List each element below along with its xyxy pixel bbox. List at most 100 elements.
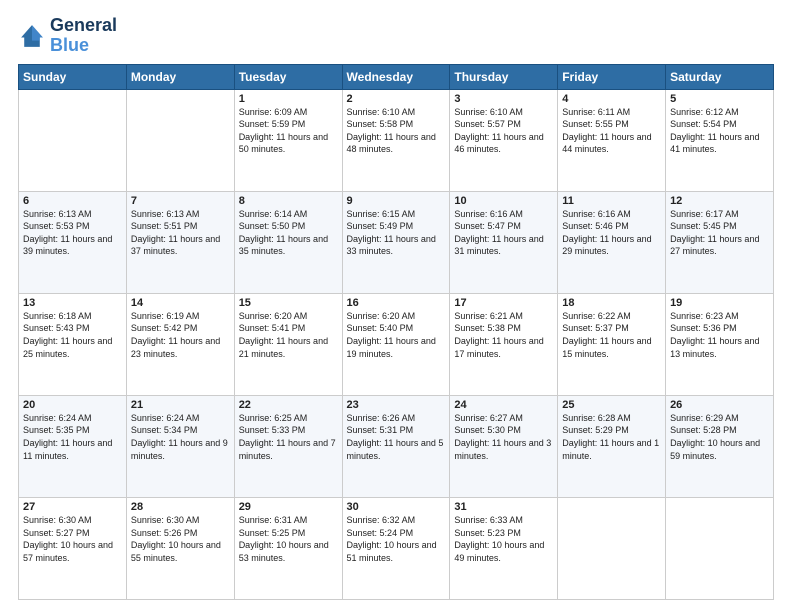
calendar-week-row: 20Sunrise: 6:24 AM Sunset: 5:35 PM Dayli… <box>19 395 774 497</box>
day-info: Sunrise: 6:14 AM Sunset: 5:50 PM Dayligh… <box>239 208 338 258</box>
calendar-week-row: 27Sunrise: 6:30 AM Sunset: 5:27 PM Dayli… <box>19 497 774 599</box>
calendar-cell: 8Sunrise: 6:14 AM Sunset: 5:50 PM Daylig… <box>234 191 342 293</box>
calendar-week-row: 6Sunrise: 6:13 AM Sunset: 5:53 PM Daylig… <box>19 191 774 293</box>
calendar-cell: 29Sunrise: 6:31 AM Sunset: 5:25 PM Dayli… <box>234 497 342 599</box>
day-number: 18 <box>562 297 661 309</box>
calendar-cell: 6Sunrise: 6:13 AM Sunset: 5:53 PM Daylig… <box>19 191 127 293</box>
calendar-cell: 9Sunrise: 6:15 AM Sunset: 5:49 PM Daylig… <box>342 191 450 293</box>
weekday-header-thursday: Thursday <box>450 64 558 89</box>
calendar-cell: 25Sunrise: 6:28 AM Sunset: 5:29 PM Dayli… <box>558 395 666 497</box>
day-number: 2 <box>347 93 446 105</box>
calendar-cell: 24Sunrise: 6:27 AM Sunset: 5:30 PM Dayli… <box>450 395 558 497</box>
weekday-header-wednesday: Wednesday <box>342 64 450 89</box>
day-info: Sunrise: 6:19 AM Sunset: 5:42 PM Dayligh… <box>131 310 230 360</box>
day-number: 16 <box>347 297 446 309</box>
day-info: Sunrise: 6:31 AM Sunset: 5:25 PM Dayligh… <box>239 514 338 564</box>
day-number: 26 <box>670 399 769 411</box>
weekday-header-saturday: Saturday <box>666 64 774 89</box>
day-number: 28 <box>131 501 230 513</box>
day-number: 4 <box>562 93 661 105</box>
calendar-week-row: 13Sunrise: 6:18 AM Sunset: 5:43 PM Dayli… <box>19 293 774 395</box>
day-number: 24 <box>454 399 553 411</box>
calendar-cell: 23Sunrise: 6:26 AM Sunset: 5:31 PM Dayli… <box>342 395 450 497</box>
day-info: Sunrise: 6:20 AM Sunset: 5:41 PM Dayligh… <box>239 310 338 360</box>
day-info: Sunrise: 6:12 AM Sunset: 5:54 PM Dayligh… <box>670 106 769 156</box>
calendar-cell: 1Sunrise: 6:09 AM Sunset: 5:59 PM Daylig… <box>234 89 342 191</box>
day-info: Sunrise: 6:24 AM Sunset: 5:34 PM Dayligh… <box>131 412 230 462</box>
day-number: 29 <box>239 501 338 513</box>
day-info: Sunrise: 6:21 AM Sunset: 5:38 PM Dayligh… <box>454 310 553 360</box>
calendar-cell: 28Sunrise: 6:30 AM Sunset: 5:26 PM Dayli… <box>126 497 234 599</box>
day-number: 3 <box>454 93 553 105</box>
calendar-cell: 31Sunrise: 6:33 AM Sunset: 5:23 PM Dayli… <box>450 497 558 599</box>
weekday-header-tuesday: Tuesday <box>234 64 342 89</box>
calendar-cell <box>558 497 666 599</box>
day-info: Sunrise: 6:18 AM Sunset: 5:43 PM Dayligh… <box>23 310 122 360</box>
day-info: Sunrise: 6:28 AM Sunset: 5:29 PM Dayligh… <box>562 412 661 462</box>
calendar-cell: 18Sunrise: 6:22 AM Sunset: 5:37 PM Dayli… <box>558 293 666 395</box>
weekday-header-sunday: Sunday <box>19 64 127 89</box>
calendar-cell: 30Sunrise: 6:32 AM Sunset: 5:24 PM Dayli… <box>342 497 450 599</box>
day-number: 6 <box>23 195 122 207</box>
day-number: 5 <box>670 93 769 105</box>
day-number: 19 <box>670 297 769 309</box>
weekday-header-friday: Friday <box>558 64 666 89</box>
day-number: 30 <box>347 501 446 513</box>
calendar-cell: 22Sunrise: 6:25 AM Sunset: 5:33 PM Dayli… <box>234 395 342 497</box>
day-number: 17 <box>454 297 553 309</box>
calendar-cell: 2Sunrise: 6:10 AM Sunset: 5:58 PM Daylig… <box>342 89 450 191</box>
day-info: Sunrise: 6:10 AM Sunset: 5:58 PM Dayligh… <box>347 106 446 156</box>
day-info: Sunrise: 6:15 AM Sunset: 5:49 PM Dayligh… <box>347 208 446 258</box>
calendar-cell: 7Sunrise: 6:13 AM Sunset: 5:51 PM Daylig… <box>126 191 234 293</box>
calendar-cell: 19Sunrise: 6:23 AM Sunset: 5:36 PM Dayli… <box>666 293 774 395</box>
day-info: Sunrise: 6:09 AM Sunset: 5:59 PM Dayligh… <box>239 106 338 156</box>
day-number: 10 <box>454 195 553 207</box>
calendar-cell: 12Sunrise: 6:17 AM Sunset: 5:45 PM Dayli… <box>666 191 774 293</box>
day-info: Sunrise: 6:32 AM Sunset: 5:24 PM Dayligh… <box>347 514 446 564</box>
day-info: Sunrise: 6:16 AM Sunset: 5:47 PM Dayligh… <box>454 208 553 258</box>
calendar-cell: 5Sunrise: 6:12 AM Sunset: 5:54 PM Daylig… <box>666 89 774 191</box>
calendar-cell: 11Sunrise: 6:16 AM Sunset: 5:46 PM Dayli… <box>558 191 666 293</box>
logo-general: General <box>50 16 117 36</box>
day-info: Sunrise: 6:13 AM Sunset: 5:53 PM Dayligh… <box>23 208 122 258</box>
day-info: Sunrise: 6:29 AM Sunset: 5:28 PM Dayligh… <box>670 412 769 462</box>
day-info: Sunrise: 6:27 AM Sunset: 5:30 PM Dayligh… <box>454 412 553 462</box>
day-number: 23 <box>347 399 446 411</box>
logo: General Blue <box>18 16 117 56</box>
day-number: 21 <box>131 399 230 411</box>
calendar-cell: 14Sunrise: 6:19 AM Sunset: 5:42 PM Dayli… <box>126 293 234 395</box>
day-info: Sunrise: 6:22 AM Sunset: 5:37 PM Dayligh… <box>562 310 661 360</box>
calendar-cell: 20Sunrise: 6:24 AM Sunset: 5:35 PM Dayli… <box>19 395 127 497</box>
day-info: Sunrise: 6:11 AM Sunset: 5:55 PM Dayligh… <box>562 106 661 156</box>
day-info: Sunrise: 6:13 AM Sunset: 5:51 PM Dayligh… <box>131 208 230 258</box>
day-info: Sunrise: 6:25 AM Sunset: 5:33 PM Dayligh… <box>239 412 338 462</box>
day-number: 22 <box>239 399 338 411</box>
day-number: 7 <box>131 195 230 207</box>
calendar-cell: 26Sunrise: 6:29 AM Sunset: 5:28 PM Dayli… <box>666 395 774 497</box>
calendar-cell: 3Sunrise: 6:10 AM Sunset: 5:57 PM Daylig… <box>450 89 558 191</box>
day-number: 14 <box>131 297 230 309</box>
logo-text: General Blue <box>50 16 117 56</box>
calendar-cell: 27Sunrise: 6:30 AM Sunset: 5:27 PM Dayli… <box>19 497 127 599</box>
day-info: Sunrise: 6:16 AM Sunset: 5:46 PM Dayligh… <box>562 208 661 258</box>
calendar-week-row: 1Sunrise: 6:09 AM Sunset: 5:59 PM Daylig… <box>19 89 774 191</box>
day-number: 1 <box>239 93 338 105</box>
calendar-cell <box>126 89 234 191</box>
calendar-cell: 4Sunrise: 6:11 AM Sunset: 5:55 PM Daylig… <box>558 89 666 191</box>
page: General Blue SundayMondayTuesdayWednesda… <box>0 0 792 612</box>
day-info: Sunrise: 6:33 AM Sunset: 5:23 PM Dayligh… <box>454 514 553 564</box>
day-info: Sunrise: 6:30 AM Sunset: 5:27 PM Dayligh… <box>23 514 122 564</box>
day-info: Sunrise: 6:17 AM Sunset: 5:45 PM Dayligh… <box>670 208 769 258</box>
day-number: 31 <box>454 501 553 513</box>
calendar-cell <box>19 89 127 191</box>
calendar-cell: 13Sunrise: 6:18 AM Sunset: 5:43 PM Dayli… <box>19 293 127 395</box>
calendar-cell: 10Sunrise: 6:16 AM Sunset: 5:47 PM Dayli… <box>450 191 558 293</box>
header: General Blue <box>18 16 774 56</box>
day-info: Sunrise: 6:20 AM Sunset: 5:40 PM Dayligh… <box>347 310 446 360</box>
day-number: 11 <box>562 195 661 207</box>
calendar-cell: 21Sunrise: 6:24 AM Sunset: 5:34 PM Dayli… <box>126 395 234 497</box>
calendar-table: SundayMondayTuesdayWednesdayThursdayFrid… <box>18 64 774 600</box>
calendar-header-row: SundayMondayTuesdayWednesdayThursdayFrid… <box>19 64 774 89</box>
day-number: 25 <box>562 399 661 411</box>
day-info: Sunrise: 6:23 AM Sunset: 5:36 PM Dayligh… <box>670 310 769 360</box>
